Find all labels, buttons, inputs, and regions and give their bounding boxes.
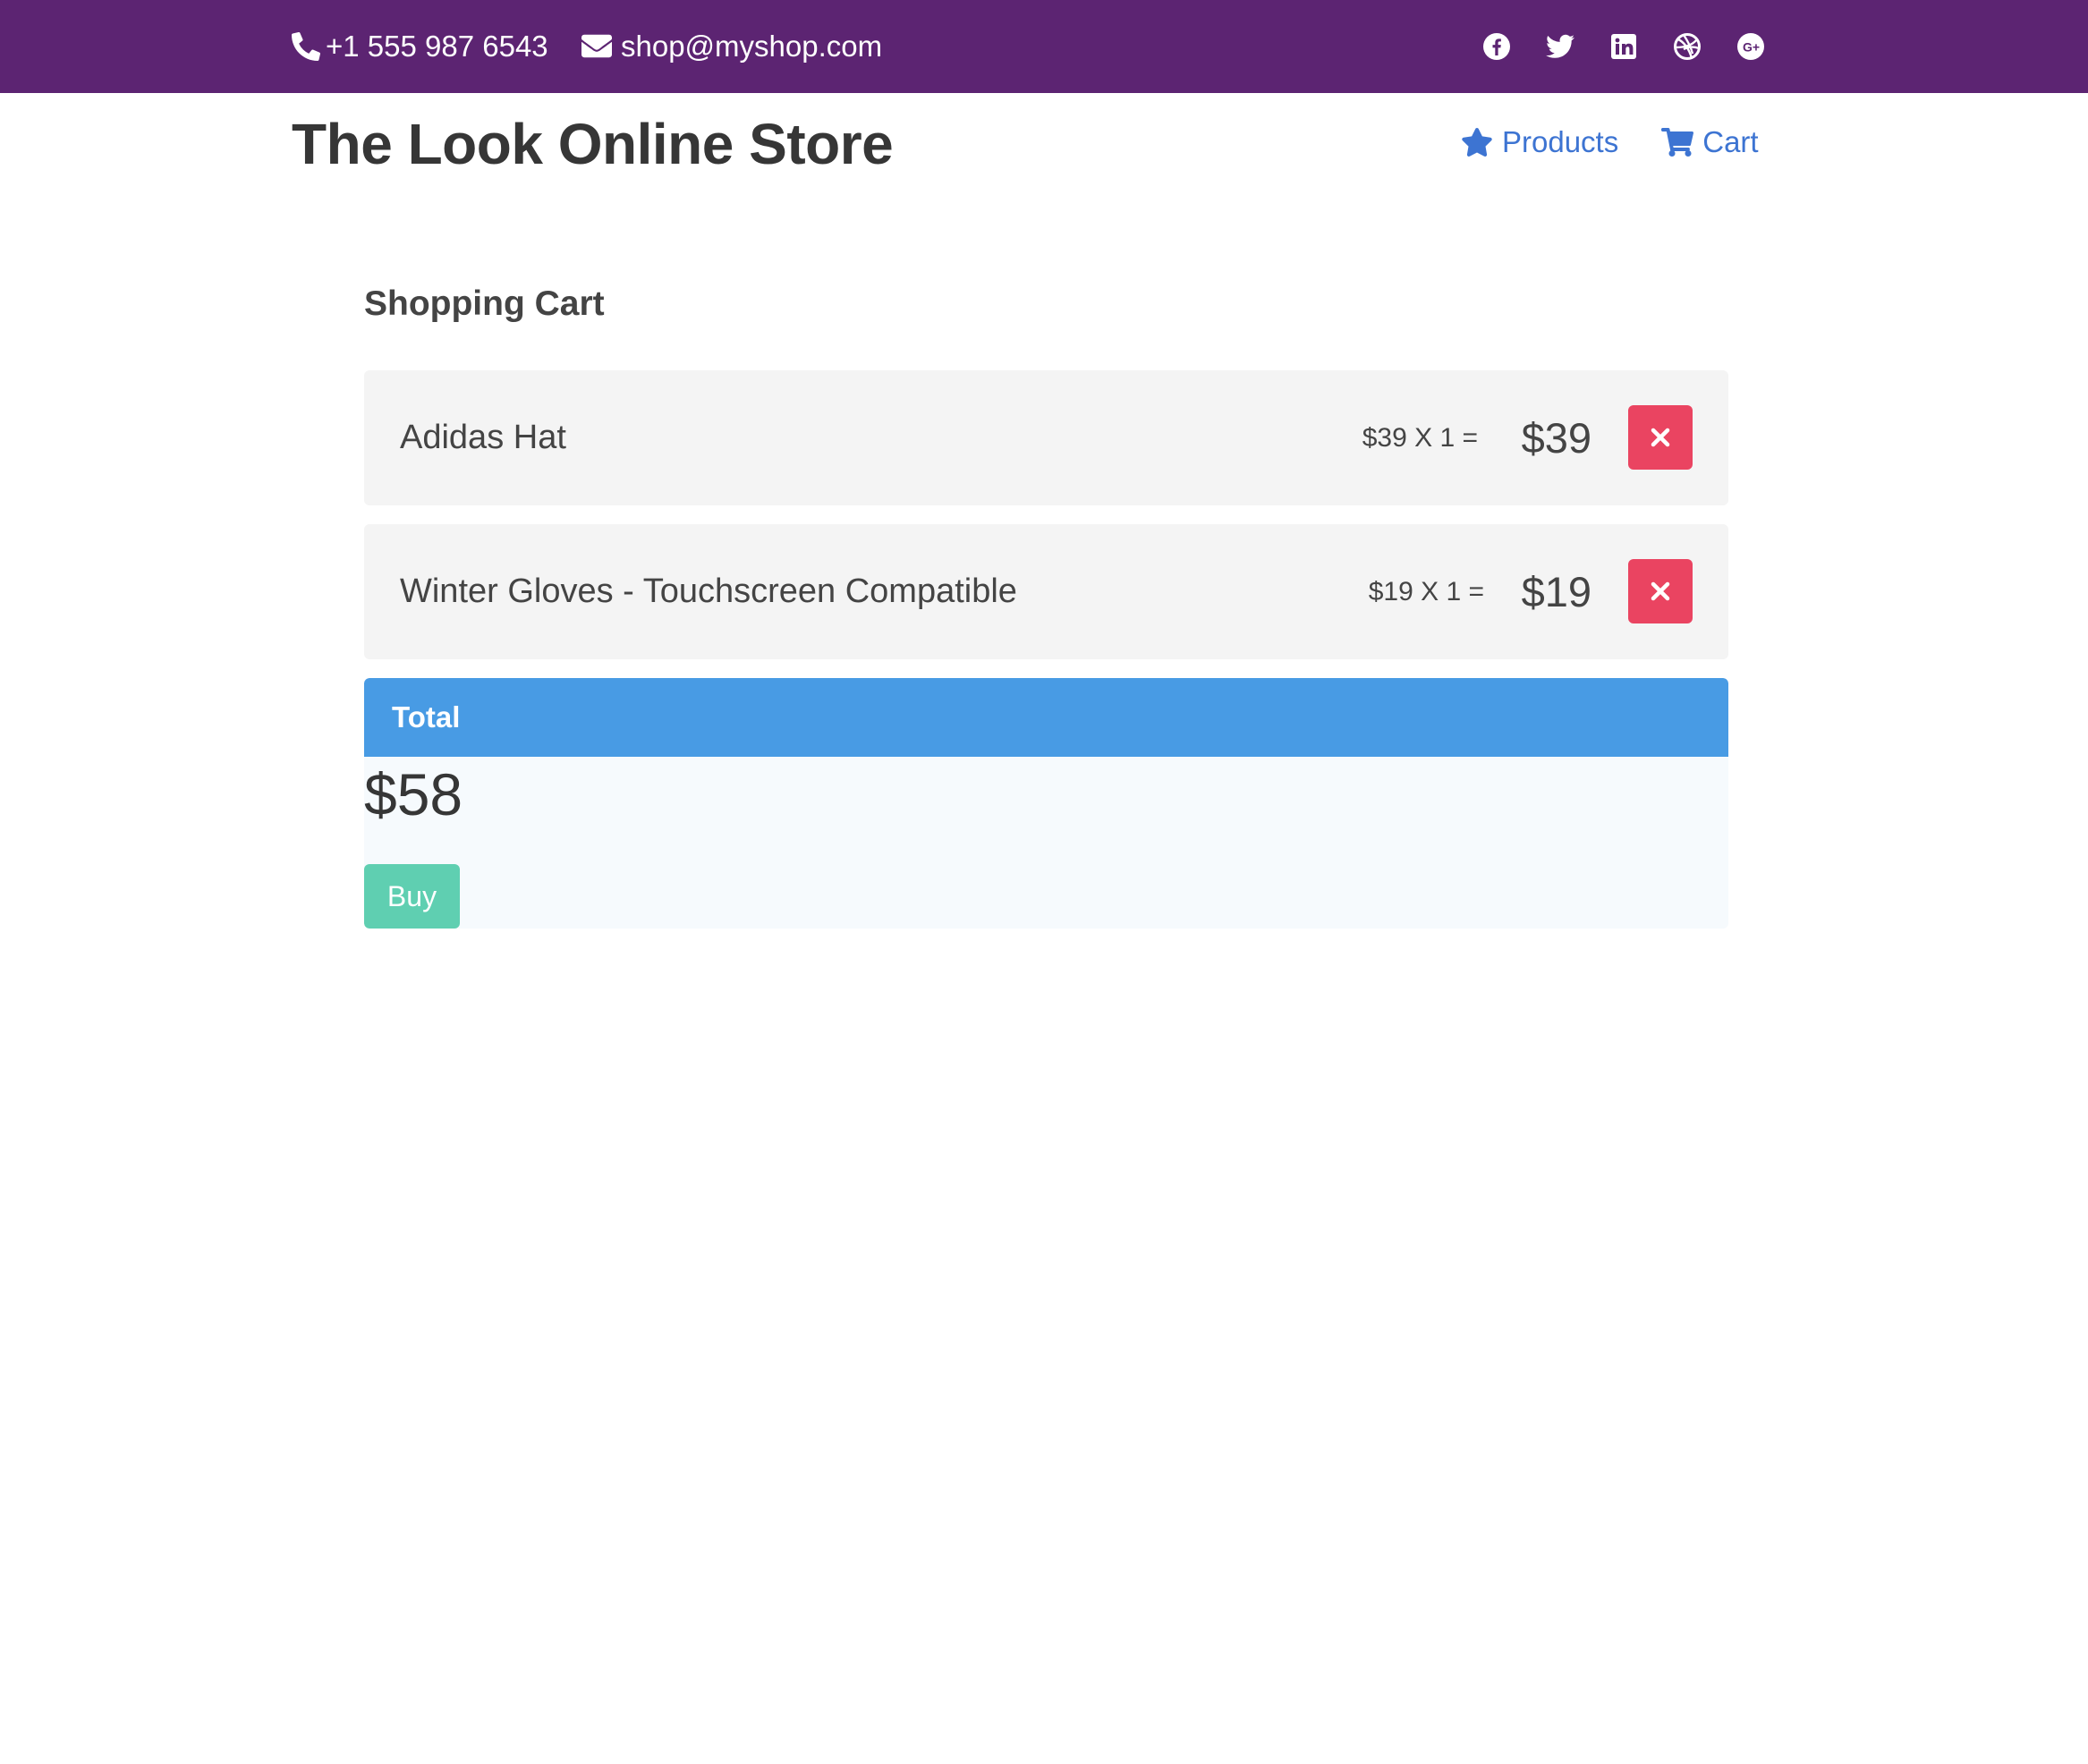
phone-icon	[292, 32, 320, 61]
store-brand[interactable]: The Look Online Store	[292, 111, 894, 177]
email-address: shop@myshop.com	[621, 30, 883, 63]
cart-item: Adidas Hat $39 X 1 = $39	[364, 370, 1728, 505]
close-icon	[1651, 428, 1670, 447]
nav-cart-label: Cart	[1702, 125, 1759, 158]
total-label: Total	[392, 700, 461, 734]
google-plus-icon[interactable]: G+	[1735, 30, 1767, 63]
close-icon	[1651, 581, 1670, 601]
remove-item-button[interactable]	[1628, 405, 1693, 470]
phone-contact[interactable]: +1 555 987 6543	[292, 0, 548, 93]
cart-title: Shopping Cart	[364, 284, 605, 323]
total-panel: Total $58 Buy	[364, 678, 1728, 929]
item-subtotal: $39	[1521, 414, 1591, 462]
buy-button[interactable]: Buy	[364, 864, 460, 929]
item-price-calc: $39 X 1 =	[1362, 422, 1478, 453]
top-bar: +1 555 987 6543 shop@myshop.com G+	[0, 0, 2088, 93]
main-nav: Products Cart	[1461, 125, 1759, 159]
nav-products-link[interactable]: Products	[1461, 125, 1618, 159]
facebook-icon[interactable]	[1481, 30, 1513, 63]
item-subtotal: $19	[1521, 568, 1591, 615]
nav-products-label: Products	[1502, 125, 1619, 158]
remove-item-button[interactable]	[1628, 559, 1693, 623]
cart-icon	[1661, 128, 1694, 157]
total-header: Total	[364, 678, 1728, 757]
linkedin-icon[interactable]	[1608, 30, 1640, 63]
total-amount: $58	[364, 761, 463, 827]
cart-item: Winter Gloves - Touchscreen Compatible $…	[364, 524, 1728, 659]
nav-cart-link[interactable]: Cart	[1661, 125, 1759, 159]
item-price-calc: $19 X 1 =	[1368, 576, 1484, 606]
phone-number: +1 555 987 6543	[326, 30, 548, 63]
star-icon	[1462, 127, 1492, 157]
svg-text:G+: G+	[1743, 40, 1760, 55]
twitter-icon[interactable]	[1544, 30, 1576, 63]
item-name: Adidas Hat	[400, 419, 566, 456]
dribbble-icon[interactable]	[1671, 30, 1703, 63]
envelope-icon	[581, 34, 612, 58]
item-name: Winter Gloves - Touchscreen Compatible	[400, 572, 1017, 610]
email-contact[interactable]: shop@myshop.com	[581, 0, 882, 93]
social-links: G+	[1481, 0, 1798, 93]
